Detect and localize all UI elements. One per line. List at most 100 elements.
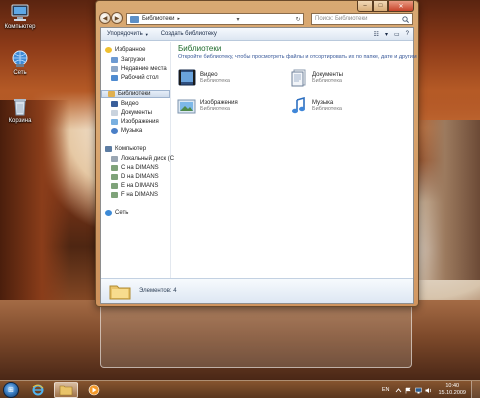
desktop-icon-label: Компьютер xyxy=(4,24,36,30)
desktop-icon-recycle-bin[interactable]: Корзина xyxy=(0,98,40,124)
clock[interactable]: 10:40 15.10.2009 xyxy=(438,383,466,397)
organize-button[interactable]: Упорядочить ▼ xyxy=(101,31,155,37)
back-button[interactable]: ◀ xyxy=(99,12,111,24)
chevron-down-icon: ▼ xyxy=(144,31,149,37)
libraries-icon xyxy=(130,15,139,23)
nav-label: Библиотеки xyxy=(118,91,151,97)
nav-label: Музыка xyxy=(121,128,143,134)
library-tile-video[interactable]: Видео Библиотека xyxy=(177,68,287,88)
taskbar-ie-button[interactable] xyxy=(26,382,50,398)
view-controls: ☷ ▾ ▭ ? xyxy=(368,31,413,38)
star-icon xyxy=(105,47,112,53)
nav-label: Рабочий стол xyxy=(121,75,159,81)
nav-item-drive[interactable]: Локальный диск (C xyxy=(111,155,174,163)
nav-item-desktop[interactable]: Рабочий стол xyxy=(111,74,159,82)
nav-label: Документы xyxy=(121,110,152,116)
nav-item-music[interactable]: Музыка xyxy=(111,127,142,135)
nav-item-video[interactable]: Видео xyxy=(111,100,139,108)
start-button[interactable]: ⊞ xyxy=(3,382,19,398)
documents-library-icon xyxy=(291,69,306,87)
library-kind: Библиотека xyxy=(200,106,230,112)
clock-date: 15.10.2009 xyxy=(438,390,466,396)
clock-time: 10:40 xyxy=(445,383,460,389)
desktop-icon-network[interactable]: Сеть xyxy=(0,50,40,76)
new-library-label: Создать библиотеку xyxy=(160,31,217,37)
background-window-ghost xyxy=(100,300,412,368)
libraries-folder-icon xyxy=(108,91,115,97)
windows-logo-icon: ⊞ xyxy=(8,387,14,394)
page-description: Откройте библиотеку, чтобы просмотреть ф… xyxy=(178,54,417,60)
library-kind: Библиотека xyxy=(200,78,230,84)
show-hidden-icons-icon[interactable] xyxy=(395,387,402,394)
nav-item-documents[interactable]: Документы xyxy=(111,109,152,117)
library-tile-documents[interactable]: Документы Библиотека xyxy=(289,68,399,88)
command-bar: Упорядочить ▼ Создать библиотеку ☷ ▾ ▭ ? xyxy=(101,28,413,41)
address-bar[interactable]: Библиотеки ▸ ▾ ↻ xyxy=(126,13,304,25)
internet-explorer-icon xyxy=(32,384,44,396)
help-icon[interactable]: ? xyxy=(406,31,409,37)
details-pane: Элементов: 4 xyxy=(101,278,413,303)
taskbar-explorer-button[interactable] xyxy=(54,382,78,398)
network-tray-icon[interactable] xyxy=(415,387,423,394)
nav-computer-header[interactable]: Компьютер xyxy=(105,145,146,153)
minimize-button[interactable]: – xyxy=(357,1,373,12)
volume-icon[interactable] xyxy=(425,387,432,394)
explorer-window[interactable]: – □ ✕ ◀ ▶ Библиотеки ▸ ▾ ↻ Поиск: Библио… xyxy=(95,0,419,307)
preview-pane-icon[interactable]: ▭ xyxy=(394,31,400,38)
library-tile-pictures[interactable]: Изображения Библиотека xyxy=(177,96,287,116)
pictures-library-icon xyxy=(177,99,196,114)
search-placeholder: Поиск: Библиотеки xyxy=(315,16,368,22)
back-arrow-icon: ◀ xyxy=(102,15,108,22)
nav-label: E на DIMANS xyxy=(121,183,159,189)
search-icon[interactable] xyxy=(402,15,409,23)
search-input[interactable]: Поиск: Библиотеки xyxy=(311,13,413,25)
video-library-icon xyxy=(111,101,118,107)
page-title: Библиотеки xyxy=(178,44,222,53)
network-drive-icon xyxy=(111,165,118,171)
network-drive-icon xyxy=(111,174,118,180)
nav-label: C на DIMANS xyxy=(121,165,159,171)
system-tray: EN 10:40 15.10.2009 xyxy=(382,381,466,398)
desktop-icon-label: Корзина xyxy=(8,118,32,124)
nav-label: Недавние места xyxy=(121,66,167,72)
change-view-icon[interactable]: ☷ xyxy=(374,31,379,38)
item-count: Элементов: 4 xyxy=(139,288,177,294)
breadcrumb-arrow-icon[interactable]: ▸ xyxy=(178,16,181,22)
wallpaper-rock-left xyxy=(0,100,70,300)
nav-favorites-header[interactable]: Избранное xyxy=(105,46,145,54)
nav-label: Видео xyxy=(121,101,139,107)
nav-item-drive[interactable]: C на DIMANS xyxy=(111,164,159,172)
maximize-button[interactable]: □ xyxy=(373,1,388,12)
music-library-icon xyxy=(111,128,118,134)
nav-item-drive[interactable]: F на DIMANS xyxy=(111,191,158,199)
network-icon xyxy=(105,210,112,216)
desktop-folder-icon xyxy=(111,75,118,81)
nav-network-header[interactable]: Сеть xyxy=(105,209,128,217)
nav-label: F на DIMANS xyxy=(121,192,158,198)
action-center-flag-icon[interactable] xyxy=(405,387,412,394)
forward-button[interactable]: ▶ xyxy=(111,12,123,24)
address-path[interactable]: Библиотеки xyxy=(142,16,175,22)
forward-arrow-icon: ▶ xyxy=(114,15,120,22)
library-tile-music[interactable]: Музыка Библиотека xyxy=(289,96,399,116)
language-indicator[interactable]: EN xyxy=(382,387,390,393)
nav-item-drive[interactable]: E на DIMANS xyxy=(111,182,158,190)
nav-item-drive[interactable]: D на DIMANS xyxy=(111,173,159,181)
taskbar-media-player-button[interactable] xyxy=(82,382,106,398)
show-desktop-button[interactable] xyxy=(471,381,480,398)
nav-libraries-header[interactable]: Библиотеки xyxy=(101,90,170,98)
new-library-button[interactable]: Создать библиотеку xyxy=(155,31,223,37)
refresh-icon[interactable]: ↻ xyxy=(293,16,303,23)
close-button[interactable]: ✕ xyxy=(388,1,414,12)
downloads-folder-icon xyxy=(111,57,118,63)
nav-item-pictures[interactable]: Изображения xyxy=(111,118,159,126)
library-kind: Библиотека xyxy=(312,106,342,112)
address-dropdown-icon[interactable]: ▾ xyxy=(233,16,243,23)
desktop-icon-computer[interactable]: Компьютер xyxy=(0,4,40,30)
navigation-pane: Избранное Загрузки Недавние места Рабочи… xyxy=(101,42,174,278)
nav-item-recent-places[interactable]: Недавние места xyxy=(111,65,167,73)
title-bar[interactable]: – □ ✕ ◀ ▶ Библиотеки ▸ ▾ ↻ Поиск: Библио… xyxy=(96,1,418,27)
view-options-chevron-icon[interactable]: ▾ xyxy=(385,31,388,38)
nav-item-downloads[interactable]: Загрузки xyxy=(111,56,145,64)
organize-label: Упорядочить xyxy=(107,31,143,37)
